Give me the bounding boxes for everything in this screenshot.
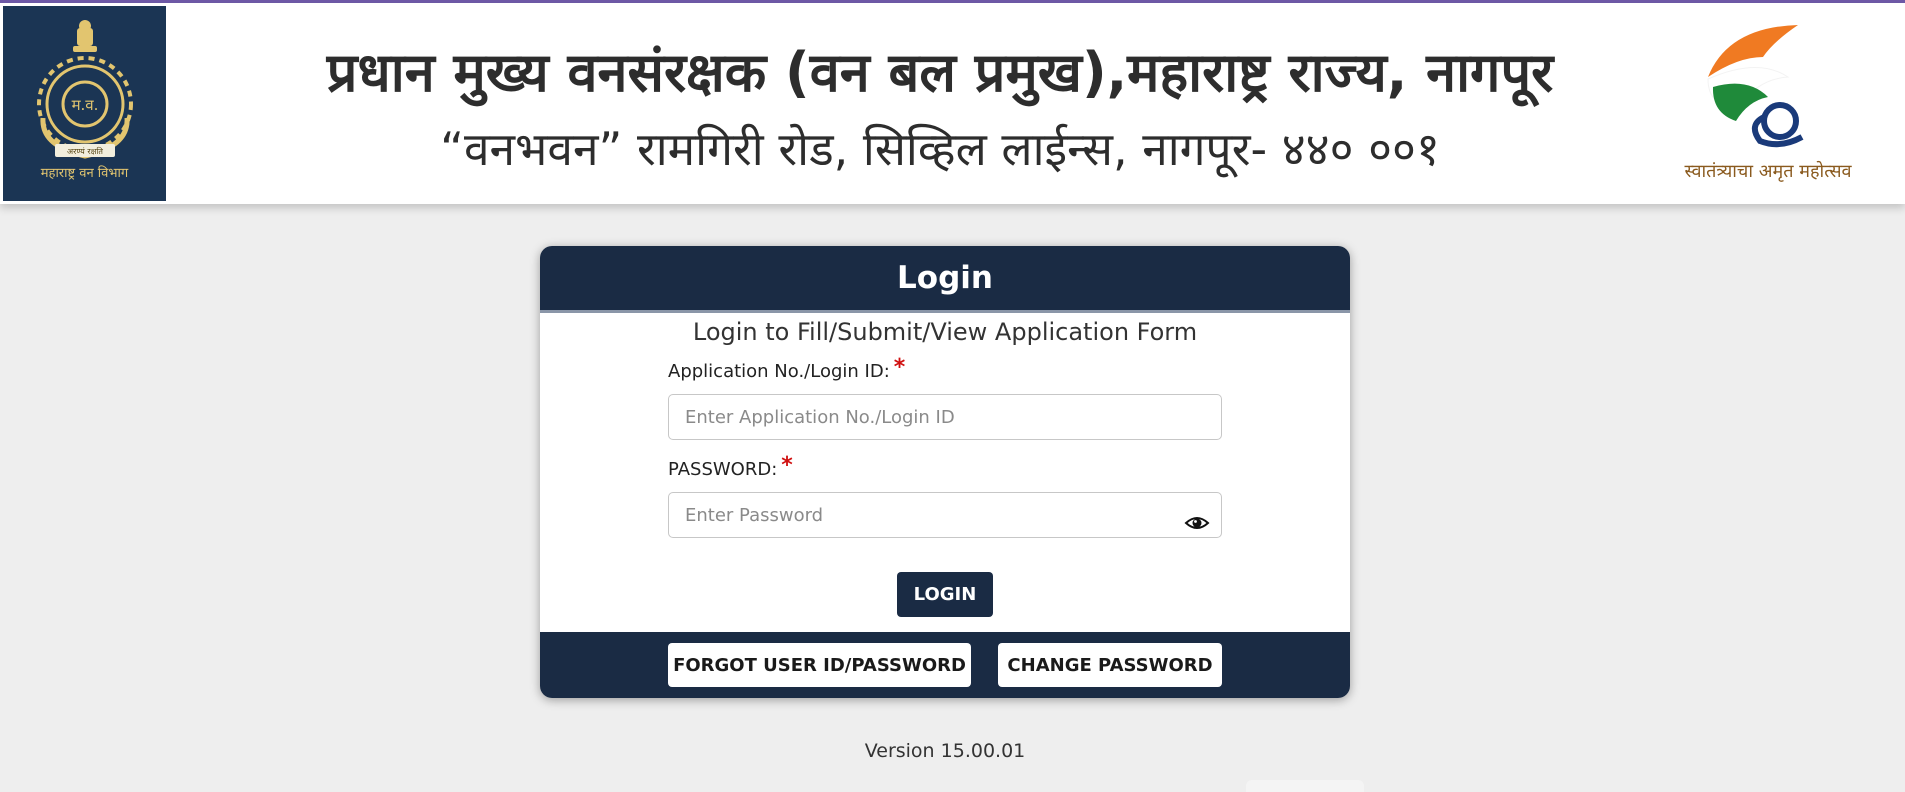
login-id-label: Application No./Login ID: *	[668, 355, 906, 383]
floating-widget-edge	[1246, 780, 1364, 792]
login-card: Login Login to Fill/Submit/View Applicat…	[540, 246, 1350, 698]
required-asterisk: *	[893, 355, 906, 380]
login-card-footer: FORGOT USER ID/PASSWORD CHANGE PASSWORD	[540, 632, 1350, 698]
site-header: म.व. अरण्यं रक्षति महाराष्ट्र वन विभाग प…	[0, 3, 1905, 204]
forgot-user-id-password-button[interactable]: FORGOT USER ID/PASSWORD	[668, 643, 971, 687]
password-label: PASSWORD: *	[668, 453, 793, 481]
amrut-mahotsav-flag-icon	[1707, 25, 1804, 148]
password-input[interactable]	[668, 492, 1222, 538]
required-asterisk: *	[781, 453, 793, 478]
amrut-mahotsav-logo: स्वातंत्र्याचा अमृत महोत्सव	[1668, 17, 1868, 192]
change-password-button[interactable]: CHANGE PASSWORD	[998, 643, 1222, 687]
eye-icon[interactable]	[1184, 510, 1210, 536]
header-title: प्रधान मुख्य वनसंरक्षक (वन बल प्रमुख),मह…	[326, 41, 1554, 104]
password-label-text: PASSWORD:	[668, 459, 778, 480]
login-button[interactable]: LOGIN	[897, 572, 993, 617]
emblem-ribbon-text: अरण्यं रक्षति	[67, 146, 103, 156]
login-card-header: Login	[540, 246, 1350, 313]
login-title: Login	[897, 260, 993, 296]
login-subtitle: Login to Fill/Submit/View Application Fo…	[692, 318, 1198, 346]
emblem-caption: महाराष्ट्र वन विभाग	[40, 166, 129, 181]
emblem-inscription: म.व.	[72, 96, 99, 114]
forest-department-emblem: म.व. अरण्यं रक्षति महाराष्ट्र वन विभाग	[3, 6, 166, 201]
header-address: “वनभवन” रामगिरी रोड, सिव्हिल लाईन्स, नाग…	[440, 122, 1440, 176]
version-text: Version 15.00.01	[864, 740, 1026, 762]
amrut-mahotsav-caption: स्वातंत्र्याचा अमृत महोत्सव	[1684, 161, 1852, 182]
login-id-input[interactable]	[668, 394, 1222, 440]
login-id-label-text: Application No./Login ID:	[668, 361, 890, 382]
emblem-seal-icon: म.व. अरण्यं रक्षति	[37, 20, 133, 159]
